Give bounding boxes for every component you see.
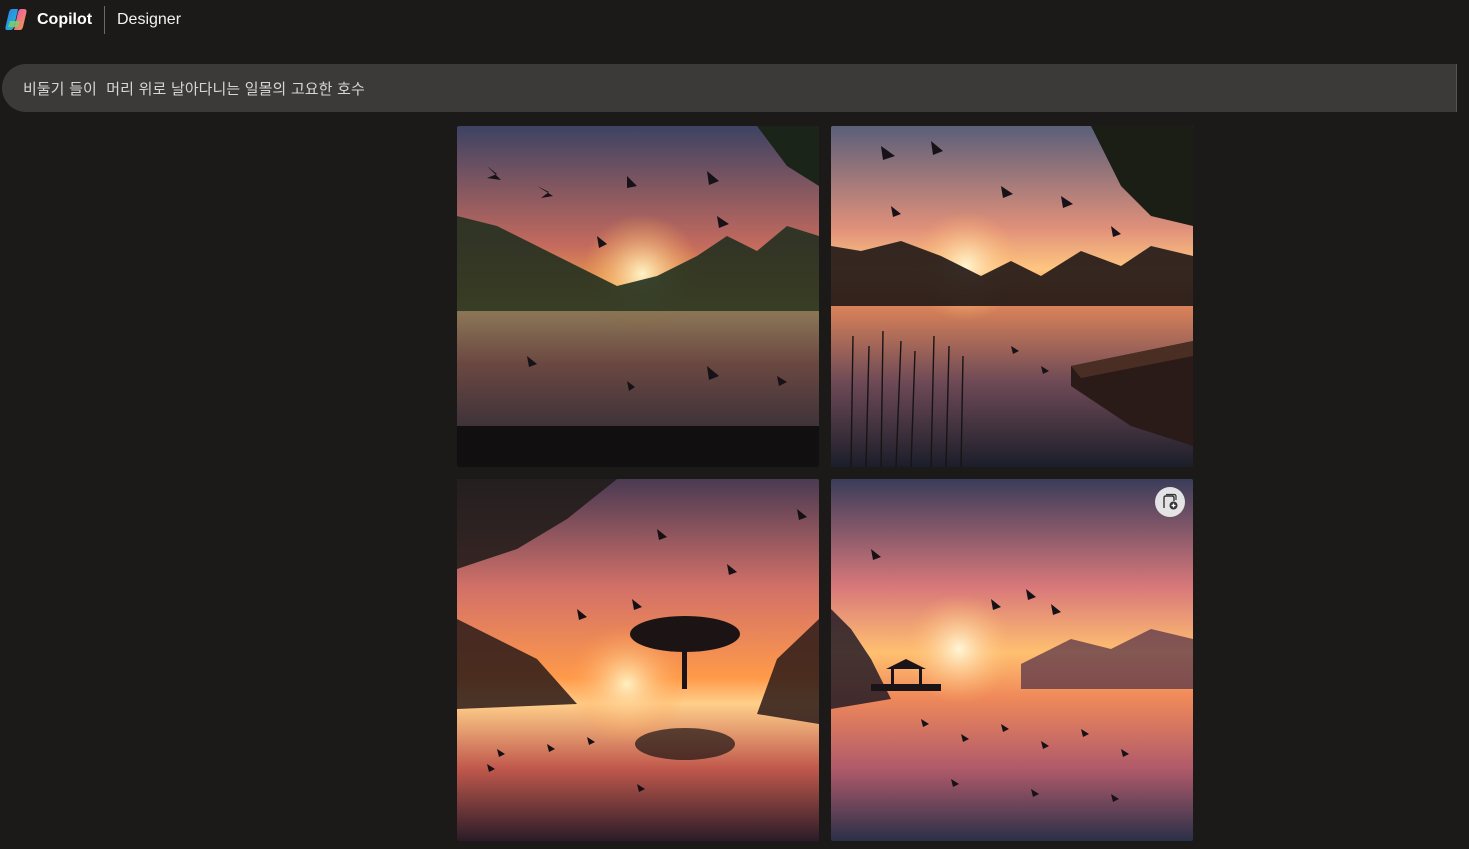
header-divider	[104, 6, 105, 34]
copilot-brand-link[interactable]: Copilot	[37, 10, 92, 30]
header-bar: Copilot Designer	[0, 0, 1469, 40]
prompt-text: 비둘기 들이 머리 위로 날아다니는 일몰의 고요한 호수	[23, 80, 365, 98]
prompt-bar[interactable]: 비둘기 들이 머리 위로 날아다니는 일몰의 고요한 호수	[2, 64, 1457, 112]
copilot-logo-icon[interactable]	[4, 7, 29, 32]
generated-image-4[interactable]	[831, 479, 1193, 841]
generated-image-1[interactable]	[457, 126, 819, 467]
generated-image-3[interactable]	[457, 479, 819, 841]
collection-add-icon[interactable]	[1155, 487, 1185, 517]
generated-image-2[interactable]	[831, 126, 1193, 467]
designer-product-link[interactable]: Designer	[117, 10, 181, 30]
